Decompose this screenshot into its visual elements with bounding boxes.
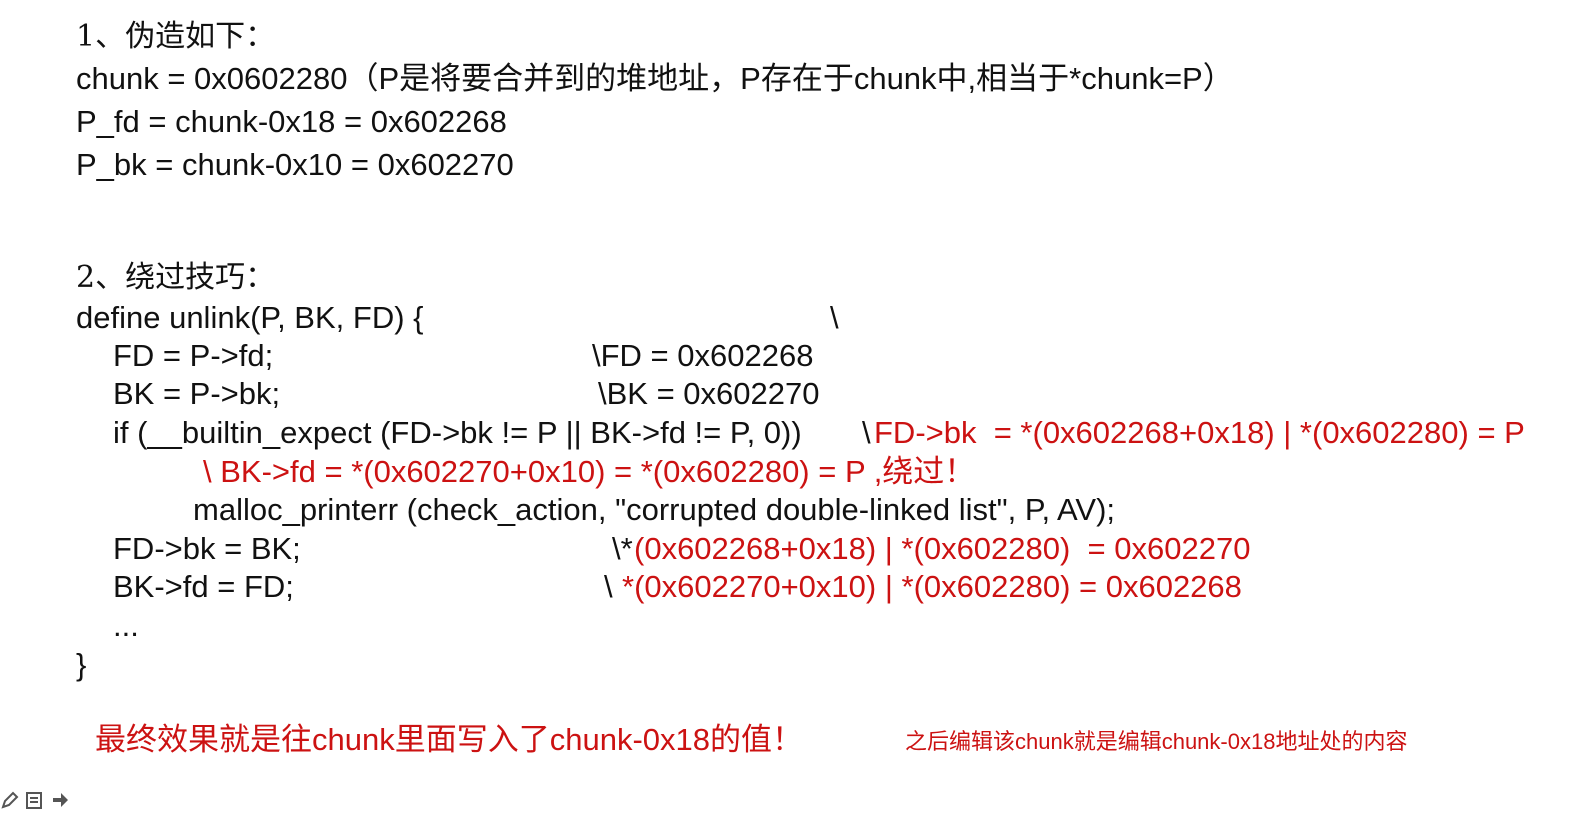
pen-icon[interactable] xyxy=(0,790,20,810)
code-fdbk-note-slash: \* xyxy=(612,531,633,566)
section1-line-pfd: P_fd = chunk-0x18 = 0x602268 xyxy=(76,104,507,139)
section1-line-chunk: chunk = 0x0602280（P是将要合并到的堆地址，P存在于chunk中… xyxy=(76,61,1234,96)
code-bkfd-note-slash: \ xyxy=(604,569,613,604)
section2-heading: 2、绕过技巧： xyxy=(76,260,276,295)
code-bkfd-assign: BK->fd = FD; xyxy=(113,569,294,604)
code-define-continuation: \ xyxy=(830,300,839,335)
slideshow-toolbar xyxy=(0,788,90,813)
code-fd-note: \FD = 0x602268 xyxy=(592,338,814,373)
arrow-icon[interactable] xyxy=(50,790,70,810)
code-bkfd-note: *(0x602270+0x10) | *(0x602280) = 0x60226… xyxy=(622,569,1242,604)
code-ellipsis: ... xyxy=(113,608,139,643)
code-fdbk-note: (0x602268+0x18) | *(0x602280) = 0x602270 xyxy=(634,531,1251,566)
section1-line-pbk: P_bk = chunk-0x10 = 0x602270 xyxy=(76,147,514,182)
code-define-line: define unlink(P, BK, FD) { xyxy=(76,300,424,335)
code-if-note-slash: \ xyxy=(862,415,871,450)
code-bk-note: \BK = 0x602270 xyxy=(598,376,820,411)
conclusion-main: 最终效果就是往chunk里面写入了chunk-0x18的值！ xyxy=(95,722,803,757)
code-close-brace: } xyxy=(76,647,87,682)
code-fd-assign: FD = P->fd; xyxy=(113,338,274,373)
conclusion-side: 之后编辑该chunk就是编辑chunk-0x18地址处的内容 xyxy=(905,729,1408,754)
code-bypass-note: \ BK->fd = *(0x602270+0x10) = *(0x602280… xyxy=(203,454,976,489)
page-icon[interactable] xyxy=(24,790,44,810)
code-if-line: if (__builtin_expect (FD->bk != P || BK-… xyxy=(113,415,802,450)
code-malloc-line: malloc_printerr (check_action, "corrupte… xyxy=(193,492,1116,527)
section1-heading: 1、伪造如下： xyxy=(76,19,276,54)
code-fdbk-assign: FD->bk = BK; xyxy=(113,531,301,566)
code-bk-assign: BK = P->bk; xyxy=(113,376,281,411)
code-if-note: FD->bk = *(0x602268+0x18) | *(0x602280) … xyxy=(874,415,1525,450)
